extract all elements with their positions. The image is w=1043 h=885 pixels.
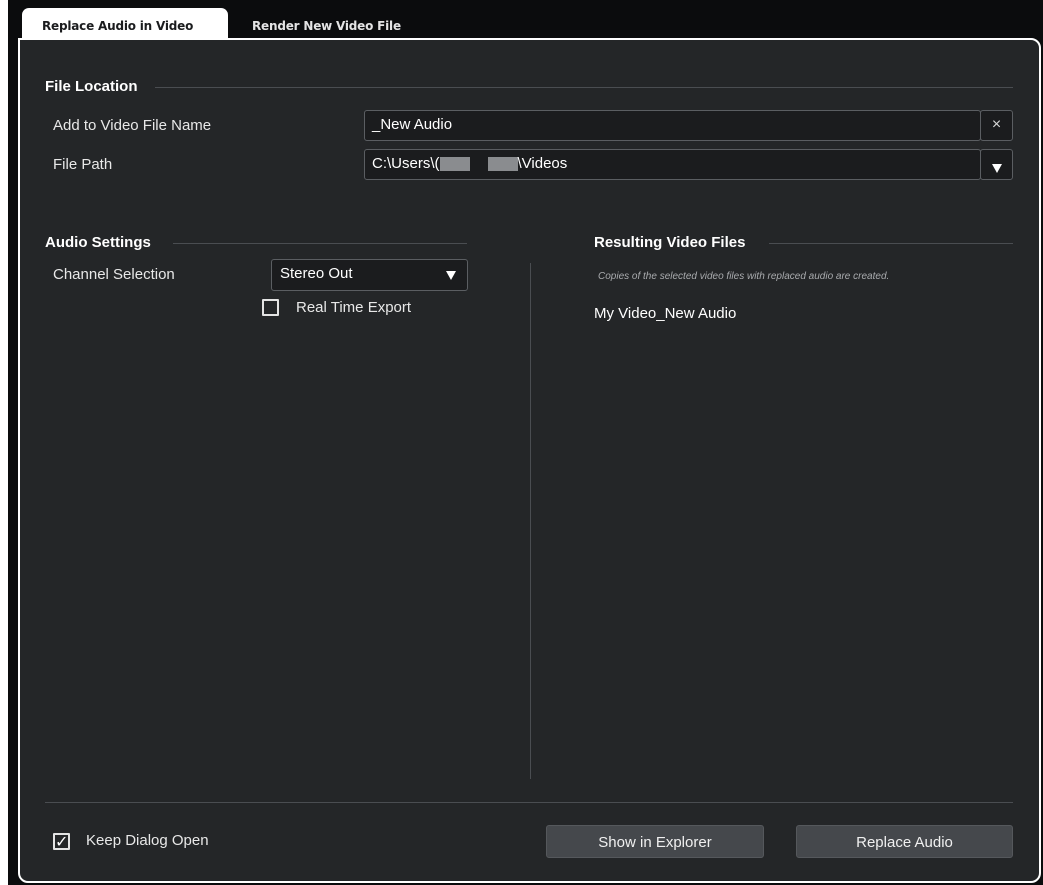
file-path-label: File Path <box>53 156 113 173</box>
chevron-down-icon <box>991 164 1002 173</box>
audio-settings-header: Audio Settings <box>45 234 151 251</box>
file-path-dropdown-button[interactable] <box>980 149 1013 180</box>
chevron-down-icon <box>446 271 456 280</box>
video-name-input[interactable]: _New Audio <box>364 110 981 141</box>
tab-replace-audio-label: Replace Audio in Video <box>42 19 194 33</box>
tab-replace-audio[interactable]: Replace Audio in Video <box>22 8 228 38</box>
resulting-file-item: My Video_New Audio <box>594 305 737 322</box>
file-location-divider <box>155 87 1013 88</box>
resulting-files-note: Copies of the selected video files with … <box>598 271 890 282</box>
keep-dialog-open-label: Keep Dialog Open <box>86 832 209 849</box>
column-divider <box>530 263 531 779</box>
tab-render-new-video-label: Render New Video File <box>252 19 401 33</box>
audio-settings-divider <box>173 243 467 244</box>
redacted-username-part <box>439 157 470 172</box>
file-location-header: File Location <box>45 78 138 95</box>
resulting-files-header: Resulting Video Files <box>594 234 746 251</box>
keep-dialog-open-checkbox[interactable]: ✓ <box>53 832 70 851</box>
channel-selection-label: Channel Selection <box>53 266 175 283</box>
file-path-prefix: C:\Users\( <box>372 155 440 172</box>
replace-audio-button[interactable]: Replace Audio <box>796 825 1013 858</box>
redacted-username-part <box>487 157 518 172</box>
checkmark-icon: ✓ <box>55 832 69 851</box>
tab-render-new-video[interactable]: Render New Video File <box>252 8 452 38</box>
real-time-export-label: Real Time Export <box>296 299 412 316</box>
file-path-field[interactable]: C:\Users\( \Videos <box>364 149 981 180</box>
channel-selection-value: Stereo Out <box>280 265 353 282</box>
real-time-export-checkbox[interactable] <box>262 299 279 316</box>
resulting-files-divider <box>769 243 1013 244</box>
channel-selection-dropdown[interactable]: Stereo Out <box>271 259 468 291</box>
show-in-explorer-button[interactable]: Show in Explorer <box>546 825 764 858</box>
file-path-suffix: \Videos <box>517 155 568 172</box>
video-name-label: Add to Video File Name <box>53 117 212 134</box>
close-icon: × <box>991 116 1002 133</box>
footer-divider <box>45 802 1013 803</box>
clear-name-button[interactable]: × <box>980 110 1013 141</box>
